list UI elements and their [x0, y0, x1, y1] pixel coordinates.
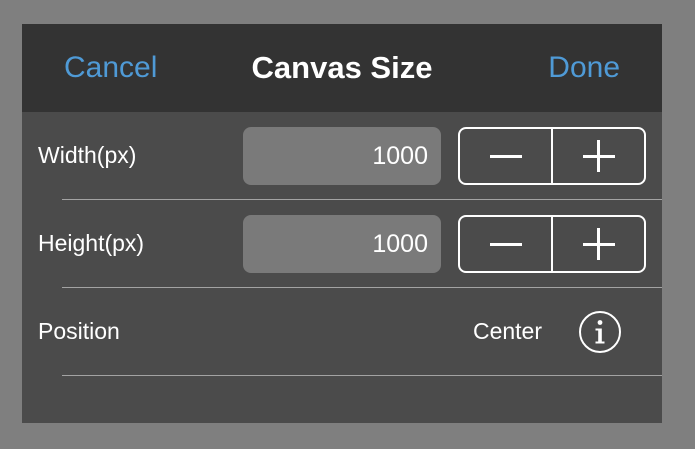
- canvas-size-dialog: Cancel Canvas Size Done Width(px) 1000 H…: [22, 24, 662, 423]
- dialog-header: Cancel Canvas Size Done: [22, 24, 662, 112]
- info-icon[interactable]: [578, 310, 622, 354]
- height-decrement-button[interactable]: [460, 217, 553, 271]
- position-value[interactable]: Center: [473, 288, 542, 375]
- width-row: Width(px) 1000: [22, 112, 662, 199]
- width-stepper: [458, 127, 646, 185]
- height-row: Height(px) 1000: [22, 200, 662, 287]
- width-decrement-button[interactable]: [460, 129, 553, 183]
- width-increment-button[interactable]: [553, 129, 644, 183]
- minus-icon: [489, 242, 522, 246]
- position-label: Position: [38, 318, 120, 344]
- height-field[interactable]: 1000: [243, 215, 441, 273]
- position-row: Position Center: [22, 288, 662, 375]
- width-label: Width(px): [38, 142, 137, 168]
- height-label: Height(px): [38, 230, 145, 256]
- done-button[interactable]: Done: [548, 24, 620, 112]
- minus-icon: [489, 154, 522, 158]
- height-stepper: [458, 215, 646, 273]
- width-field[interactable]: 1000: [243, 127, 441, 185]
- row-divider: [62, 375, 662, 376]
- height-increment-button[interactable]: [553, 217, 644, 271]
